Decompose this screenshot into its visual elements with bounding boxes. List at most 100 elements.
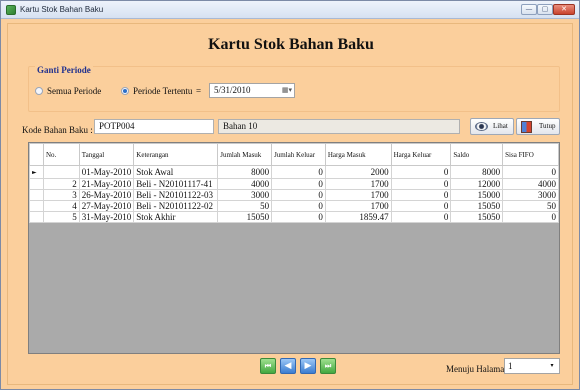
- equals-sign: =: [196, 86, 202, 96]
- cell-no[interactable]: 2: [42, 178, 80, 190]
- cell-qty-out[interactable]: 0: [271, 211, 326, 223]
- cell-price-in[interactable]: 1700: [324, 189, 392, 201]
- column-header-no[interactable]: No.: [42, 143, 80, 166]
- exit-door-icon: [521, 121, 532, 133]
- column-header-balance[interactable]: Saldo: [450, 143, 504, 166]
- cell-price-out[interactable]: 0: [390, 189, 452, 201]
- close-window-button[interactable]: ✕: [553, 4, 575, 15]
- row-selector[interactable]: [29, 189, 44, 201]
- column-header-date[interactable]: Tanggal: [78, 143, 135, 166]
- period-legend: Ganti Periode: [35, 65, 93, 75]
- form-panel: Kartu Stok Bahan Baku Ganti Periode Semu…: [7, 23, 573, 385]
- radio-all-period-label[interactable]: Semua Periode: [47, 86, 101, 96]
- cell-price-in[interactable]: 1700: [324, 200, 392, 212]
- column-header-qty-out[interactable]: Jumlah Keluar: [271, 143, 326, 166]
- cell-qty-out[interactable]: 0: [271, 178, 326, 190]
- table-row[interactable]: 3 26-May-2010 Beli - N20101122-03 3000 0…: [29, 189, 559, 201]
- stock-card-grid[interactable]: No. Tanggal Keterangan Jumlah Masuk Juml…: [28, 142, 560, 354]
- view-button-label: Lihat: [493, 122, 508, 130]
- cell-qty-in[interactable]: 15050: [217, 211, 273, 223]
- window-title: Kartu Stok Bahan Baku: [20, 5, 104, 14]
- row-selector[interactable]: [29, 200, 44, 212]
- radio-specific-period-label[interactable]: Periode Tertentu: [133, 86, 192, 96]
- cell-balance[interactable]: 8000: [450, 165, 504, 179]
- cell-qty-out[interactable]: 0: [271, 165, 326, 179]
- table-row[interactable]: 4 27-May-2010 Beli - N20101122-02 50 0 1…: [29, 200, 559, 212]
- next-record-button[interactable]: [300, 358, 316, 374]
- stock-card-table: No. Tanggal Keterangan Jumlah Masuk Juml…: [29, 143, 559, 223]
- column-header-description[interactable]: Keterangan: [133, 143, 219, 166]
- chevron-down-icon[interactable]: ▾: [547, 359, 557, 373]
- cell-price-in[interactable]: 1700: [324, 178, 392, 190]
- cell-description[interactable]: Stok Awal: [133, 165, 219, 179]
- column-header-qty-in[interactable]: Jumlah Masuk: [217, 143, 273, 166]
- row-header-corner: [29, 143, 44, 166]
- cell-qty-out[interactable]: 0: [271, 189, 326, 201]
- table-row[interactable]: 2 21-May-2010 Beli - N20101117-41 4000 0…: [29, 178, 559, 190]
- cell-price-out[interactable]: 0: [390, 165, 452, 179]
- cell-date[interactable]: 26-May-2010: [78, 189, 135, 201]
- cell-price-in[interactable]: 1859.47: [324, 211, 392, 223]
- cell-fifo-remaining[interactable]: 0: [502, 165, 559, 179]
- cell-price-in[interactable]: 2000: [324, 165, 392, 179]
- last-record-button[interactable]: [320, 358, 336, 374]
- table-header-row: No. Tanggal Keterangan Jumlah Masuk Juml…: [29, 143, 559, 166]
- cell-qty-in[interactable]: 8000: [217, 165, 273, 179]
- cell-date[interactable]: 31-May-2010: [78, 211, 135, 223]
- eye-icon: [475, 122, 488, 131]
- cell-balance[interactable]: 15000: [450, 189, 504, 201]
- cell-no[interactable]: 4: [42, 200, 80, 212]
- first-record-button[interactable]: [260, 358, 276, 374]
- period-date-value: 5/31/2010: [214, 85, 251, 95]
- close-button[interactable]: Tutup: [516, 118, 560, 135]
- cell-description[interactable]: Beli - N20101122-02: [133, 200, 219, 212]
- cell-price-out[interactable]: 0: [390, 211, 452, 223]
- cell-qty-in[interactable]: 4000: [217, 178, 273, 190]
- column-header-price-out[interactable]: Harga Keluar: [390, 143, 452, 166]
- view-button[interactable]: Lihat: [470, 118, 514, 135]
- cell-fifo-remaining[interactable]: 4000: [502, 178, 559, 190]
- title-bar[interactable]: Kartu Stok Bahan Baku — ▢ ✕: [1, 1, 579, 19]
- column-header-price-in[interactable]: Harga Masuk: [324, 143, 392, 166]
- radio-specific-period[interactable]: [121, 87, 129, 95]
- cell-balance[interactable]: 12000: [450, 178, 504, 190]
- cell-balance[interactable]: 15050: [450, 200, 504, 212]
- period-date-picker[interactable]: 5/31/2010 ▦▾: [209, 83, 295, 98]
- page-title: Kartu Stok Bahan Baku: [208, 36, 374, 53]
- go-to-page-value: 1: [508, 361, 513, 371]
- table-row[interactable]: 5 31-May-2010 Stok Akhir 15050 0 1859.47…: [29, 211, 559, 223]
- cell-fifo-remaining[interactable]: 0: [502, 211, 559, 223]
- cell-qty-in[interactable]: 50: [217, 200, 273, 212]
- cell-no[interactable]: 3: [42, 189, 80, 201]
- material-code-input[interactable]: POTP004: [94, 119, 214, 134]
- app-window: Kartu Stok Bahan Baku — ▢ ✕ Kartu Stok B…: [0, 0, 580, 390]
- row-selector[interactable]: [29, 211, 44, 223]
- cell-description[interactable]: Beli - N20101117-41: [133, 178, 219, 190]
- radio-all-period[interactable]: [35, 87, 43, 95]
- column-header-fifo-remaining[interactable]: Sisa FIFO: [502, 143, 559, 166]
- cell-date[interactable]: 21-May-2010: [78, 178, 135, 190]
- cell-no[interactable]: 5: [42, 211, 80, 223]
- cell-date[interactable]: 01-May-2010: [78, 165, 135, 179]
- cell-price-out[interactable]: 0: [390, 200, 452, 212]
- cell-fifo-remaining[interactable]: 3000: [502, 189, 559, 201]
- cell-description[interactable]: Beli - N20101122-03: [133, 189, 219, 201]
- maximize-button[interactable]: ▢: [537, 4, 553, 15]
- table-row[interactable]: ► 1 01-May-2010 Stok Awal 8000 0 2000 0 …: [29, 165, 559, 179]
- row-selector[interactable]: ►: [29, 165, 44, 179]
- calendar-dropdown-icon[interactable]: ▦▾: [281, 85, 293, 96]
- cell-no[interactable]: 1: [42, 165, 80, 179]
- material-code-label: Kode Bahan Baku :: [22, 125, 93, 135]
- current-row-arrow-icon: ►: [32, 169, 37, 176]
- go-to-page-select[interactable]: 1 ▾: [504, 358, 560, 374]
- cell-price-out[interactable]: 0: [390, 178, 452, 190]
- cell-qty-in[interactable]: 3000: [217, 189, 273, 201]
- cell-balance[interactable]: 15050: [450, 211, 504, 223]
- row-selector[interactable]: [29, 178, 44, 190]
- cell-date[interactable]: 27-May-2010: [78, 200, 135, 212]
- cell-qty-out[interactable]: 0: [271, 200, 326, 212]
- minimize-button[interactable]: —: [521, 4, 537, 15]
- previous-record-button[interactable]: [280, 358, 296, 374]
- cell-fifo-remaining[interactable]: 50: [502, 200, 559, 212]
- cell-description[interactable]: Stok Akhir: [133, 211, 219, 223]
